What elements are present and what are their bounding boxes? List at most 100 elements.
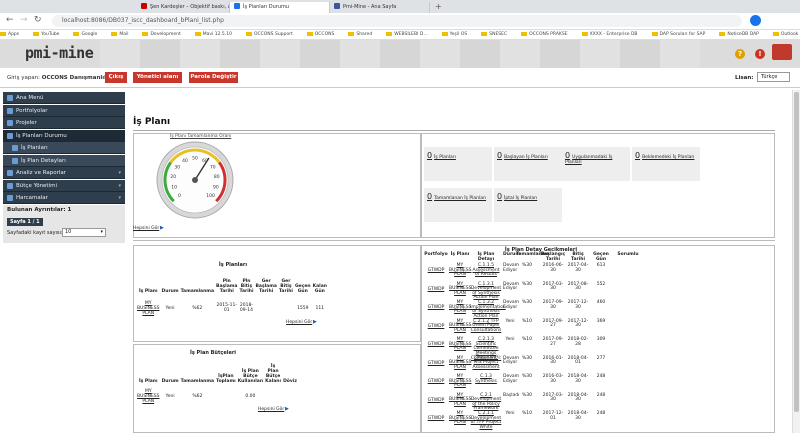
url-field[interactable]: localhost:8086/DB037_iscc_dashboard_bPla… <box>52 15 742 27</box>
scrollbar-thumb[interactable] <box>794 92 799 412</box>
change-password-button[interactable]: Parola Değiştir <box>189 72 238 83</box>
table-cell[interactable]: GTWDP <box>424 305 448 311</box>
bookmark-item[interactable]: Apps <box>0 30 19 39</box>
table-cell[interactable]: GTWDP <box>424 324 448 330</box>
bookmark-item[interactable]: DAP Soruları for SAP <box>651 30 705 39</box>
table-row[interactable]: GTWDP MY BUSINESS PLAN C.2.1.1 Development… <box>424 411 669 430</box>
forward-icon[interactable]: → <box>20 15 28 25</box>
table-cell[interactable]: C.1.3 Synthesis <box>470 374 502 384</box>
help-icon[interactable]: ? <box>735 49 745 59</box>
bookmark-item[interactable]: Shared <box>348 30 372 39</box>
folder-icon <box>348 31 355 36</box>
reload-icon[interactable]: ↻ <box>34 15 42 25</box>
table-row[interactable]: MY BUSINESS PLAN Yeni %62 0.00 <box>136 384 298 408</box>
table-row[interactable]: GTWDP MY BUSINESS PLAN C.1.3.2 Implementat… <box>424 300 669 319</box>
table-cell[interactable]: GTWDP <box>424 287 448 293</box>
table-cell[interactable]: GTWDP <box>424 416 448 422</box>
table-cell[interactable]: Component I: MIS Project Assessment <box>470 356 502 371</box>
status-card[interactable]: 0 Tamamlanan İş Planları <box>424 188 492 222</box>
table-row[interactable]: GTWDP MY BUSINESS PLAN C.1.3.1 Development… <box>424 281 669 301</box>
table-cell[interactable]: MY BUSINESS PLAN <box>449 411 472 426</box>
bookmark-item[interactable]: OCCONS <box>306 30 334 39</box>
status-card[interactable]: 0 Uygulanmadaki İş Planları <box>562 147 630 181</box>
table-cell[interactable]: GTWDP <box>424 342 448 348</box>
bookmark-item[interactable]: YouTube <box>33 30 59 39</box>
profile-avatar[interactable] <box>750 15 761 26</box>
table-row[interactable]: GTWDP MY BUSINESS PLAN C.1.3 Synthesis Deva… <box>424 374 669 391</box>
table-cell: 2018-04-30 <box>567 411 589 421</box>
table-row[interactable]: GTWDP MY BUSINESS PLAN Component I: MIS Pr… <box>424 356 669 373</box>
alert-icon[interactable]: ! <box>755 49 765 59</box>
logout-button[interactable]: Çıkış <box>105 72 127 83</box>
plans-see-all-link[interactable]: Hepsini Gör <box>286 320 312 325</box>
gauge-title[interactable]: İş Planı Tamamlanma Oranı <box>170 134 231 139</box>
language-select[interactable]: Türkçe <box>757 72 790 82</box>
bookmark-item[interactable]: OCCONS PRAKSE <box>521 30 568 39</box>
table-cell <box>215 384 237 408</box>
bookmark-item[interactable]: Yeşil OS <box>441 30 467 39</box>
sidebar-item[interactable]: İş Planları <box>3 142 125 154</box>
browser-tab[interactable]: Pmi-Mine - Ana Sayfa <box>330 2 430 13</box>
new-tab-icon[interactable]: + <box>435 2 442 11</box>
table-row[interactable]: GTWDP MY BUSINESS PLAN C.2.1 Development o… <box>424 393 669 412</box>
sidebar-item[interactable]: Projeler <box>3 117 125 129</box>
table-cell[interactable]: MY BUSINESS PLAN <box>449 282 472 297</box>
sidebar-item[interactable]: Ana Menü <box>3 92 125 104</box>
table-cell[interactable]: GTWDP <box>424 398 448 404</box>
table-cell[interactable]: MY BUSINESS PLAN <box>449 356 472 371</box>
gauge-see-all-link[interactable]: Hepsini Gör <box>133 226 159 231</box>
bookmark-item[interactable]: Development <box>142 30 181 39</box>
sidebar-item-label: Analiz ve Raporlar <box>16 170 67 176</box>
table-row[interactable]: GTWDP MY BUSINESS PLAN C.2.1.3 Scientific … <box>424 337 669 360</box>
table-cell[interactable]: C.2.1 Development of the Policy Framewor… <box>470 393 502 412</box>
bookmark-item[interactable]: Outlook <box>772 30 798 39</box>
table-cell[interactable]: MY BUSINESS PLAN <box>449 337 472 352</box>
bookmark-label: XXXX - Enterprise DB <box>589 32 638 37</box>
table-cell[interactable]: MY BUSINESS PLAN <box>136 294 161 322</box>
table-cell[interactable]: C.1.3.1 Development of Synthesis Action … <box>470 282 502 301</box>
table-cell[interactable]: C.2.1.1 Development of TFP Project White <box>470 411 502 430</box>
table-cell[interactable]: C.2.1.2 TFP Green Paper Consultations <box>470 319 502 334</box>
table-row[interactable]: MY BUSINESS PLAN Yeni %62 2015-11-01 2018-09… <box>136 294 328 322</box>
table-cell[interactable]: MY BUSINESS PLAN <box>449 319 472 334</box>
bookmark-item[interactable]: OCCONS Support <box>245 30 293 39</box>
sidebar-item[interactable]: İş Plan Detayları <box>3 154 125 167</box>
budget-see-all-link[interactable]: Hepsini Gör <box>258 407 284 412</box>
admin-area-button[interactable]: Yönetici alanı <box>133 72 182 83</box>
table-cell[interactable]: MY BUSINESS PLAN <box>449 263 472 278</box>
browser-tab[interactable]: İş Planları Durumu <box>230 2 330 13</box>
table-cell[interactable]: MY BUSINESS PLAN <box>449 393 472 408</box>
table-cell[interactable]: GTWDP <box>424 268 448 274</box>
sidebar-item[interactable]: Harcamalar ▾ <box>3 192 125 204</box>
sidebar-item[interactable]: Bütçe Yönetimi ▾ <box>3 179 125 192</box>
back-icon[interactable]: ← <box>6 15 14 25</box>
table-cell[interactable]: GTWDP <box>424 361 448 367</box>
bookmark-item[interactable]: Mavi 12.5.10 <box>194 30 232 39</box>
bookmark-item[interactable]: Mail <box>111 30 128 39</box>
table-row[interactable]: GTWDP MY BUSINESS PLAN C.1.1.5 Assessment … <box>424 263 669 280</box>
sidebar-item[interactable]: Portfolyolar <box>3 104 125 117</box>
status-card[interactable]: 0 İptal İş Planları <box>494 188 562 222</box>
table-cell[interactable]: MY BUSINESS PLAN <box>449 374 472 389</box>
bookmark-item[interactable]: Google <box>73 30 97 39</box>
sidebar-item[interactable]: Analiz ve Raporlar ▾ <box>3 167 125 179</box>
bookmark-item[interactable]: SNESEC <box>481 30 507 39</box>
table-cell[interactable]: C.1.3.2 Implementation of Synthesis Acti… <box>470 300 506 319</box>
table-cell[interactable]: MY BUSINESS PLAN <box>136 384 161 408</box>
bookmark-item[interactable]: NoticeDB DAP <box>719 30 759 39</box>
table-row[interactable]: GTWDP MY BUSINESS PLAN C.2.1.2 TFP Green P… <box>424 319 669 336</box>
status-card[interactable]: 0 Başlayan İş Planları <box>494 147 562 181</box>
table-cell[interactable]: C.1.1.5 Assessment of Results <box>470 263 502 278</box>
bookmark-item[interactable]: WEBSILEBI D... <box>386 30 428 39</box>
per-page-select[interactable]: 10 ▾ <box>62 228 106 237</box>
table-cell: 2016-03-30 <box>542 374 564 384</box>
table-cell[interactable]: MY BUSINESS PLAN <box>449 300 472 315</box>
browser-tab[interactable]: Şen Kardeşler – Objektif baskı, atı... <box>137 2 230 13</box>
status-card[interactable]: 0 Beklemedeki İş Planları <box>632 147 700 181</box>
table-cell[interactable]: GTWDP <box>424 379 448 385</box>
site-logo[interactable]: pmi-mine <box>25 44 94 62</box>
status-card[interactable]: 0 İş Planları <box>424 147 492 181</box>
sidebar-item[interactable]: İş Planları Durumu <box>3 129 125 142</box>
bookmark-item[interactable]: XXXX - Enterprise DB <box>581 30 638 39</box>
table-cell: 2017-03-30 <box>542 281 564 292</box>
